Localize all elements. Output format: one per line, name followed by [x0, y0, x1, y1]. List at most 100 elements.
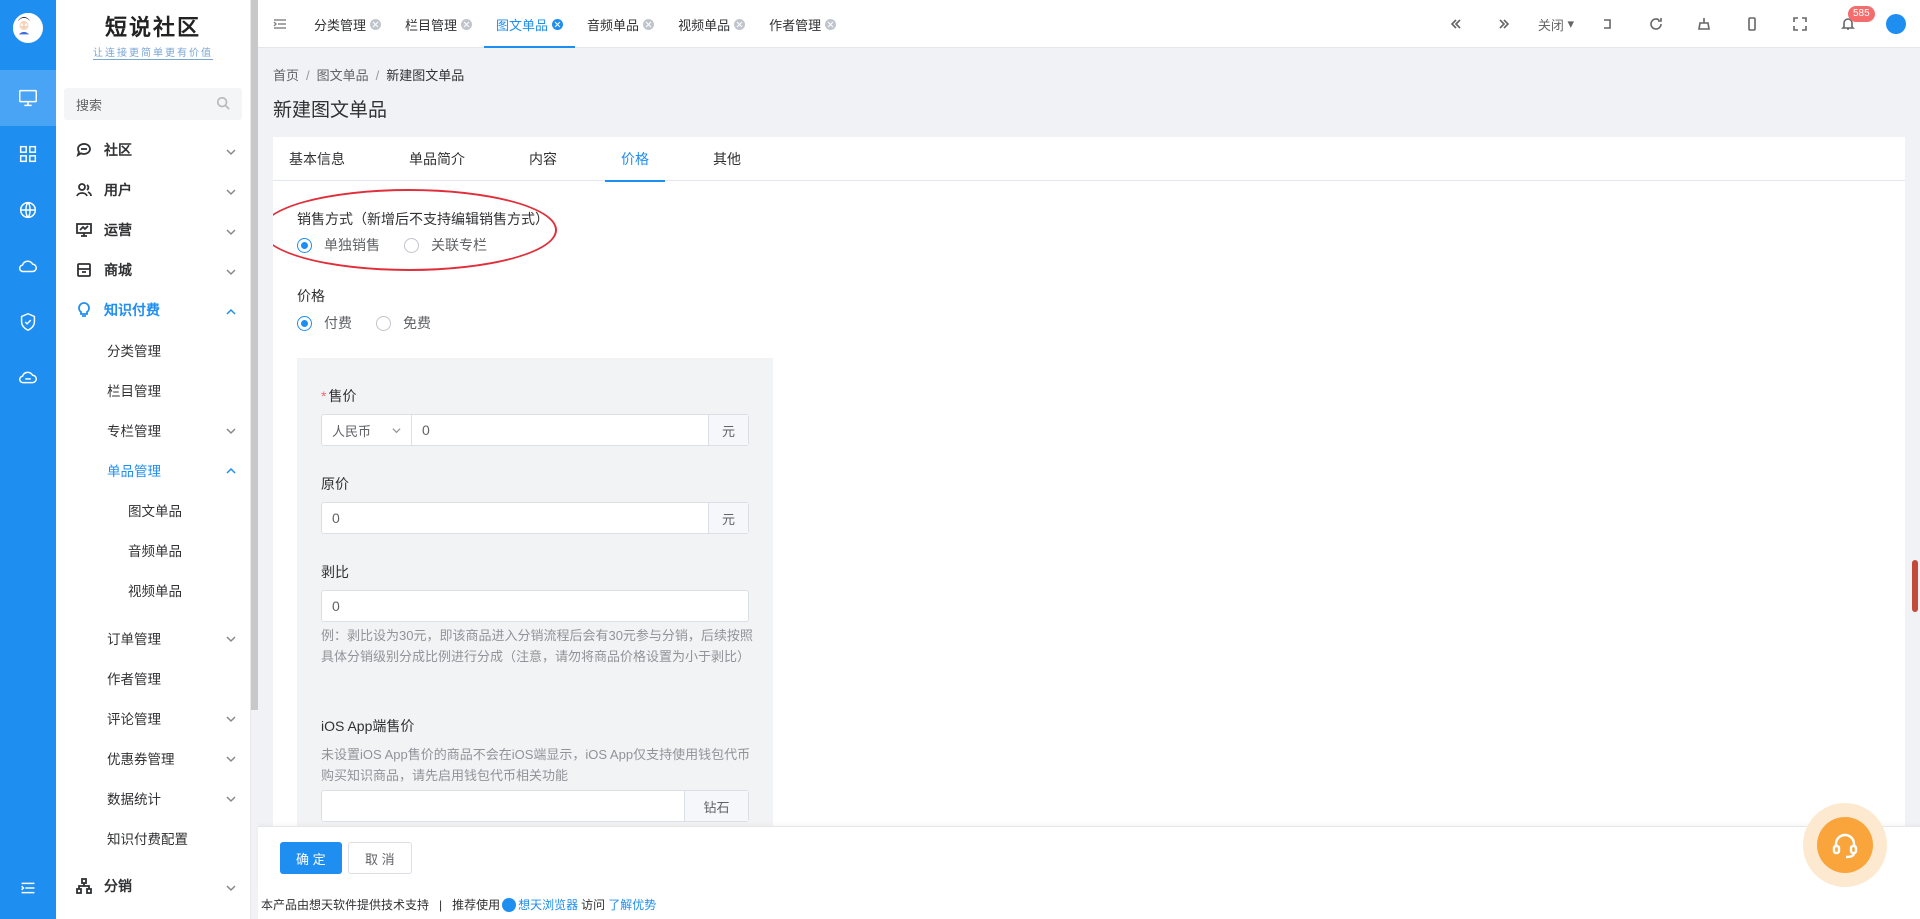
page-scrollbar[interactable] — [1912, 560, 1918, 612]
confirm-button[interactable]: 确 定 — [280, 842, 342, 874]
close-icon[interactable] — [734, 18, 746, 30]
price-type-radio-group: 付费 免费 — [297, 313, 455, 333]
sidebar-item-label: 图文单品 — [128, 504, 182, 519]
page-footer: 本产品由想天软件提供技术支持 | 推荐使用 想天浏览器 访问 了解优势 — [258, 890, 1920, 919]
sidebar-item-orders[interactable]: 订单管理 — [56, 618, 250, 658]
rail-cloud-server-icon[interactable] — [0, 350, 56, 406]
back-icon[interactable] — [1584, 0, 1632, 48]
headset-icon — [1817, 817, 1873, 873]
price-type-option-free[interactable]: 免费 — [376, 313, 431, 333]
price-type-option-paid[interactable]: 付费 — [297, 313, 352, 333]
search-icon[interactable] — [216, 96, 230, 113]
footer-browser-link[interactable]: 想天浏览器 — [518, 896, 578, 913]
brand-logo[interactable]: 短说社区 让连接更简单更有价值 — [56, 0, 250, 70]
sale-price-input[interactable]: 0 — [412, 422, 708, 438]
refresh-icon[interactable] — [1632, 0, 1680, 48]
customer-service-button[interactable] — [1803, 803, 1887, 887]
tab-content[interactable]: 内容 — [513, 137, 573, 181]
sidebar-item-statistics[interactable]: 数据统计 — [56, 778, 250, 818]
sidebar-menu: 社区 用户 运营 商城 知识付费 分类管理 栏目管理 专栏管理 单品管理 图文单… — [56, 130, 250, 906]
form-card: 基本信息 单品简介 内容 价格 其他 销售方式（新增后不支持编辑销售方式） 单独… — [273, 137, 1905, 827]
sale-mode-option-linked-column[interactable]: 关联专栏 — [404, 235, 487, 255]
chevron-up-icon — [226, 464, 236, 474]
tab-product-intro[interactable]: 单品简介 — [393, 137, 481, 181]
sidebar-item-single-product[interactable]: 单品管理 — [56, 450, 250, 490]
sidebar-item-label: 专栏管理 — [107, 424, 161, 439]
shop-icon — [76, 262, 92, 278]
close-icon[interactable] — [552, 18, 564, 30]
tab-column[interactable]: 栏目管理 — [393, 0, 484, 48]
commission-input[interactable]: 0 — [322, 598, 748, 614]
tab-authors[interactable]: 作者管理 — [757, 0, 848, 48]
sidebar-item-operations[interactable]: 运营 — [56, 210, 250, 250]
radio-unchecked[interactable] — [376, 315, 391, 331]
sidebar-item-authors[interactable]: 作者管理 — [56, 658, 250, 698]
fullscreen-icon[interactable] — [1776, 0, 1824, 48]
radio-checked[interactable] — [297, 237, 312, 253]
rail-collapse-icon[interactable] — [0, 860, 56, 916]
close-icon[interactable] — [825, 18, 837, 30]
scroll-left-icon[interactable] — [1432, 0, 1480, 48]
commission-input-group: 0 — [321, 590, 749, 622]
user-menu[interactable] — [1872, 0, 1920, 48]
rail-shield-icon[interactable] — [0, 294, 56, 350]
tab-video-product[interactable]: 视频单品 — [666, 0, 757, 48]
original-price-input[interactable]: 0 — [322, 510, 708, 526]
sidebar-item-audio-product[interactable]: 音频单品 — [56, 530, 250, 570]
sidebar-item-knowledge-config[interactable]: 知识付费配置 — [56, 818, 250, 858]
tab-label: 视频单品 — [678, 17, 731, 33]
breadcrumb-home[interactable]: 首页 — [273, 68, 299, 83]
close-icon[interactable] — [643, 18, 655, 30]
sale-price-unit: 元 — [708, 415, 748, 445]
sidebar-item-special-column[interactable]: 专栏管理 — [56, 410, 250, 450]
tab-price[interactable]: 价格 — [605, 137, 665, 182]
sidebar-item-users[interactable]: 用户 — [56, 170, 250, 210]
sidebar-item-shop[interactable]: 商城 — [56, 250, 250, 290]
sale-mode-option-standalone[interactable]: 单独销售 — [297, 235, 380, 255]
chevron-down-icon — [226, 144, 236, 156]
rail-globe-icon[interactable] — [0, 182, 56, 238]
sidebar-search[interactable]: 搜索 — [64, 88, 242, 120]
sidebar-item-label: 数据统计 — [107, 792, 161, 807]
rail-cloud-icon[interactable] — [0, 238, 56, 294]
tab-other[interactable]: 其他 — [697, 137, 757, 181]
footer-learn-more-link[interactable]: 了解优势 — [608, 896, 656, 913]
close-icon[interactable] — [370, 18, 382, 30]
tab-audio-product[interactable]: 音频单品 — [575, 0, 666, 48]
tab-category[interactable]: 分类管理 — [302, 0, 393, 48]
user-avatar[interactable] — [13, 13, 43, 43]
share-tree-icon — [76, 878, 92, 894]
chat-icon — [76, 142, 92, 158]
currency-select[interactable]: 人民币 — [322, 415, 412, 445]
rail-apps-icon[interactable] — [0, 126, 56, 182]
sidebar-item-coupons[interactable]: 优惠券管理 — [56, 738, 250, 778]
breadcrumb-parent[interactable]: 图文单品 — [317, 68, 369, 83]
scroll-right-icon[interactable] — [1480, 0, 1528, 48]
cancel-button[interactable]: 取 消 — [348, 842, 412, 874]
sidebar-item-community[interactable]: 社区 — [56, 130, 250, 170]
sidebar-item-distribution[interactable]: 分销 — [56, 866, 250, 906]
sidebar-item-knowledge-pay[interactable]: 知识付费 — [56, 290, 250, 330]
menu-toggle-icon[interactable] — [258, 0, 302, 48]
broom-icon[interactable] — [1680, 0, 1728, 48]
rail-desktop-icon[interactable] — [0, 70, 56, 126]
sidebar-item-video-product[interactable]: 视频单品 — [56, 570, 250, 610]
sidebar-item-comments[interactable]: 评论管理 — [56, 698, 250, 738]
radio-checked[interactable] — [297, 315, 312, 331]
chevron-down-icon — [226, 424, 236, 435]
radio-unchecked[interactable] — [404, 237, 419, 253]
close-tabs-dropdown[interactable]: 关闭 ▾ — [1528, 0, 1584, 48]
sidebar-item-column[interactable]: 栏目管理 — [56, 370, 250, 410]
sidebar-item-label: 社区 — [104, 142, 132, 158]
close-icon[interactable] — [461, 18, 473, 30]
form-tabs: 基本信息 单品简介 内容 价格 其他 — [273, 137, 1905, 182]
sidebar-scrollbar[interactable] — [251, 0, 258, 710]
notification-bell-icon[interactable]: 585 — [1824, 0, 1875, 48]
mobile-icon[interactable] — [1728, 0, 1776, 48]
sidebar-item-category[interactable]: 分类管理 — [56, 330, 250, 370]
sidebar-item-article-product[interactable]: 图文单品 — [56, 490, 250, 530]
close-tabs-label: 关闭 — [1537, 17, 1564, 33]
tab-article-product[interactable]: 图文单品 — [484, 0, 576, 48]
tab-basic-info[interactable]: 基本信息 — [289, 137, 361, 181]
original-price-label: 原价 — [321, 476, 349, 492]
